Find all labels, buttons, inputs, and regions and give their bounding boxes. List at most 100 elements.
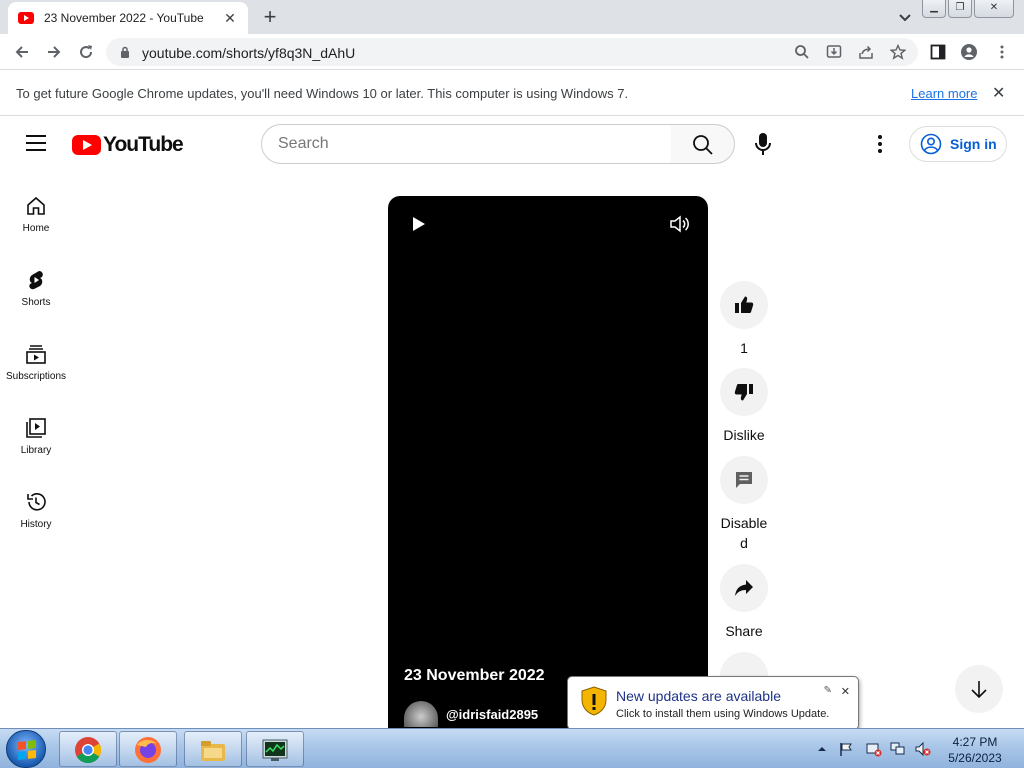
- close-window-button[interactable]: ✕: [974, 0, 1014, 18]
- task-manager-icon: [262, 739, 288, 761]
- notification-title: New updates are available: [616, 688, 781, 704]
- comments-action: Disable d: [720, 456, 768, 553]
- lock-icon[interactable]: [120, 46, 130, 58]
- share-action: Share: [720, 564, 768, 641]
- windows-update-notification[interactable]: New updates are available Click to insta…: [567, 676, 859, 741]
- browser-tab[interactable]: 23 November 2022 - YouTube ✕: [8, 2, 248, 34]
- url-text[interactable]: youtube.com/shorts/yf8q3N_dAhU: [142, 45, 355, 61]
- taskbar-firefox[interactable]: [119, 731, 177, 767]
- tab-search-chevron-icon[interactable]: [896, 8, 914, 26]
- restore-window-button[interactable]: ❐: [948, 0, 972, 18]
- windows-logo-icon: [18, 740, 36, 760]
- arrow-down-icon: [971, 681, 987, 699]
- nav-label-shorts: Shorts: [21, 297, 51, 308]
- channel-avatar[interactable]: [404, 701, 438, 727]
- shorts-video-player[interactable]: 23 November 2022 @idrisfaid2895: [388, 196, 708, 728]
- nav-item-shorts[interactable]: Shorts: [0, 264, 72, 324]
- nav-label-library: Library: [20, 445, 52, 456]
- reload-icon[interactable]: [76, 42, 96, 62]
- dislike-button[interactable]: [720, 368, 768, 416]
- taskbar-task-manager[interactable]: [246, 731, 304, 767]
- explorer-icon: [201, 741, 225, 761]
- nav-label-subscriptions: Subscriptions: [5, 371, 67, 382]
- windows-update-tray-icon[interactable]: [866, 741, 882, 757]
- nav-item-history[interactable]: History: [0, 486, 72, 546]
- library-icon: [26, 418, 46, 438]
- comments-button[interactable]: [720, 456, 768, 504]
- warning-shield-icon: [581, 686, 607, 716]
- video-title: 23 November 2022: [404, 667, 545, 684]
- address-bar[interactable]: youtube.com/shorts/yf8q3N_dAhU: [106, 38, 918, 66]
- channel-handle[interactable]: @idrisfaid2895: [446, 707, 538, 722]
- notification-subtitle: Click to install them using Windows Upda…: [616, 708, 830, 720]
- chrome-menu-icon[interactable]: [994, 44, 1010, 60]
- firefox-icon: [135, 737, 161, 763]
- nav-item-subscriptions[interactable]: Subscriptions: [0, 338, 72, 398]
- taskbar-explorer[interactable]: [184, 731, 242, 767]
- infobar-message: To get future Google Chrome updates, you…: [16, 86, 629, 101]
- search-input[interactable]: Search: [261, 124, 672, 164]
- notification-close-button[interactable]: ✕: [841, 685, 850, 698]
- account-circle-icon: [920, 133, 942, 155]
- share-label: Share: [725, 623, 763, 639]
- play-icon[interactable]: [410, 216, 426, 232]
- action-center-flag-icon[interactable]: [838, 741, 854, 757]
- start-button[interactable]: [6, 730, 46, 768]
- hamburger-menu-icon[interactable]: [26, 135, 46, 153]
- bookmark-star-icon[interactable]: [890, 44, 906, 60]
- close-tab-button[interactable]: ✕: [222, 10, 238, 27]
- clock-time: 4:27 PM: [952, 735, 998, 749]
- taskbar-chrome[interactable]: [59, 731, 117, 767]
- youtube-wordmark: YouTube: [103, 133, 184, 156]
- back-arrow-icon[interactable]: [12, 42, 32, 62]
- youtube-favicon-icon: [18, 12, 34, 24]
- network-icon[interactable]: [890, 741, 906, 757]
- like-action: 1: [720, 281, 768, 358]
- tab-strip: 23 November 2022 - YouTube ✕ + ▁ ❐ ✕: [0, 0, 1024, 34]
- system-clock[interactable]: 4:27 PM 5/26/2023: [935, 734, 1015, 766]
- voice-search-mic-icon[interactable]: [750, 130, 776, 158]
- infobar-close-button[interactable]: ✕: [992, 83, 1005, 103]
- clock-date: 5/26/2023: [948, 751, 1002, 765]
- sign-in-label: Sign in: [950, 136, 997, 152]
- show-hidden-icons-icon[interactable]: [814, 741, 830, 757]
- more-actions-button[interactable]: [720, 652, 768, 676]
- volume-muted-icon[interactable]: [915, 741, 931, 757]
- profile-avatar-icon[interactable]: [961, 44, 977, 60]
- dislike-action: Dislike: [720, 368, 768, 445]
- nav-item-library[interactable]: Library: [0, 412, 72, 472]
- share-button[interactable]: [720, 564, 768, 612]
- dislike-label: Dislike: [723, 427, 765, 443]
- tab-title: 23 November 2022 - YouTube: [44, 11, 204, 25]
- nav-label-home: Home: [22, 223, 50, 234]
- home-icon: [27, 196, 45, 215]
- settings-more-icon[interactable]: [872, 133, 888, 155]
- like-button[interactable]: [720, 281, 768, 329]
- new-tab-button[interactable]: +: [258, 5, 282, 29]
- next-video-button[interactable]: [955, 665, 1003, 713]
- share-page-icon[interactable]: [858, 44, 874, 60]
- search-icon: [693, 135, 713, 155]
- sign-in-button[interactable]: Sign in: [909, 126, 1007, 162]
- forward-arrow-icon[interactable]: [44, 42, 64, 62]
- install-app-icon[interactable]: [826, 44, 842, 60]
- side-panel-icon[interactable]: [930, 44, 946, 60]
- thumbs-up-icon: [735, 296, 754, 313]
- youtube-header: YouTube Search Sign in: [0, 117, 1024, 173]
- zoom-search-icon[interactable]: [794, 44, 810, 60]
- search-button[interactable]: [671, 124, 735, 164]
- share-arrow-icon: [735, 580, 753, 596]
- notification-options-icon[interactable]: ✎: [824, 685, 832, 696]
- browser-toolbar: youtube.com/shorts/yf8q3N_dAhU: [0, 34, 1024, 70]
- minimize-window-button[interactable]: ▁: [922, 0, 946, 18]
- chrome-icon: [75, 737, 102, 764]
- volume-icon[interactable]: [669, 214, 691, 234]
- nav-item-home[interactable]: Home: [0, 190, 72, 250]
- like-count: 1: [740, 340, 748, 356]
- thumbs-down-icon: [734, 384, 753, 401]
- subscriptions-icon: [26, 345, 46, 364]
- video-channel[interactable]: @idrisfaid2895: [404, 701, 538, 727]
- history-icon: [27, 493, 46, 511]
- youtube-logo[interactable]: YouTube: [72, 133, 184, 157]
- learn-more-link[interactable]: Learn more: [911, 86, 977, 101]
